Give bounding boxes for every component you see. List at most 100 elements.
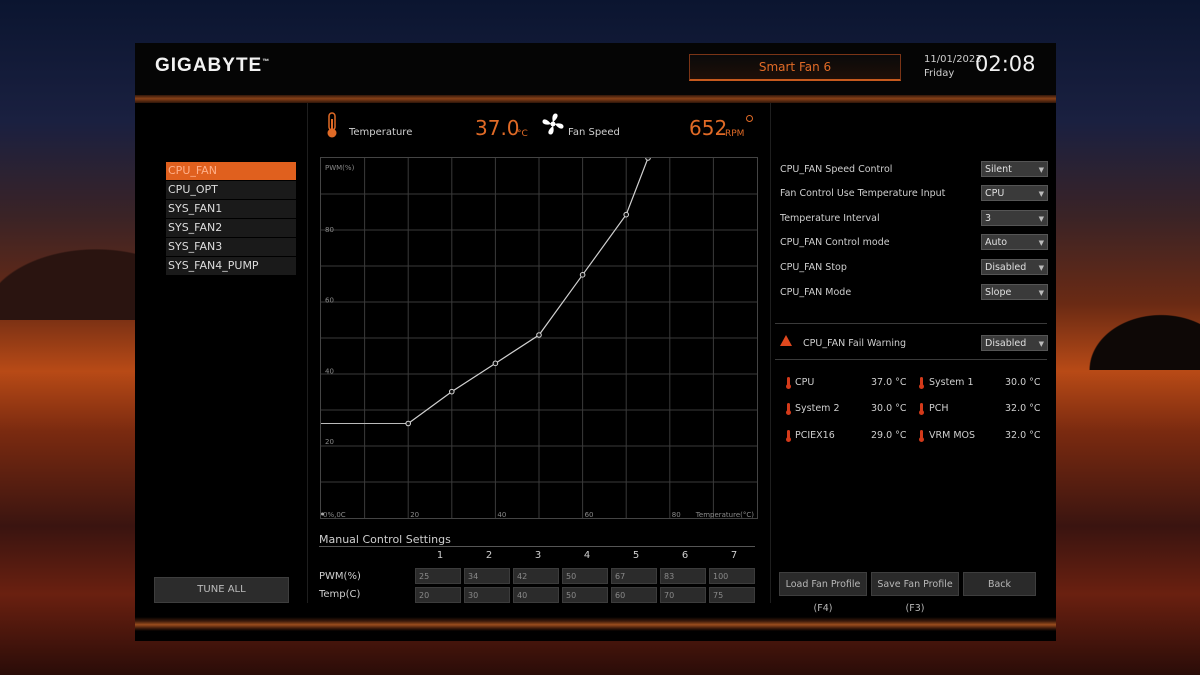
thermometer-icon <box>327 112 337 138</box>
pwm-row-label: PWM(%) <box>319 571 361 582</box>
curve-point[interactable] <box>536 332 542 338</box>
setting-label: CPU_FAN Control mode <box>780 237 890 248</box>
brand-logo: GIGABYTE™ <box>155 55 271 76</box>
fan-curve-chart[interactable]: 20 40 60 80 PWM(%) 0%,0C 20 40 60 80 Temperature(°… <box>320 157 758 519</box>
y-axis-label: PWM(%) <box>325 164 355 172</box>
setting-label: CPU_FAN Speed Control <box>780 164 893 175</box>
dropdown-value: 3 <box>985 213 992 224</box>
setting-speed-control: CPU_FAN Speed Control Silent ▼ <box>780 161 1048 179</box>
fan-icon <box>542 113 564 135</box>
curve-point[interactable] <box>449 388 455 395</box>
setting-temperature-input: Fan Control Use Temperature Input CPU ▼ <box>780 185 1048 203</box>
temperature-interval-dropdown[interactable]: 3 ▼ <box>981 210 1048 226</box>
temperature-label: Temperature <box>349 127 413 138</box>
dropdown-value: Silent <box>985 164 1012 175</box>
chevron-down-icon: ▼ <box>1038 239 1044 247</box>
divider-left <box>307 103 308 603</box>
temp-vrm-mos-value: 32.0 °C <box>1005 430 1041 441</box>
fan-item-cpu-opt[interactable]: CPU_OPT <box>166 181 296 200</box>
y-tick-label: 20 <box>325 438 334 446</box>
thermometer-icon <box>919 377 924 389</box>
dropdown-value: Disabled <box>985 262 1027 273</box>
control-mode-dropdown[interactable]: Auto ▼ <box>981 234 1048 250</box>
fan-item-label: SYS_FAN4_PUMP <box>168 259 259 272</box>
manual-settings-title: Manual Control Settings <box>319 533 451 546</box>
column-number: 2 <box>485 550 493 561</box>
thermometer-icon <box>786 377 791 389</box>
thermometer-icon <box>786 403 791 415</box>
pwm-cell[interactable]: 50 <box>562 568 608 584</box>
bottom-divider <box>135 617 1056 631</box>
x-tick-label: 20 <box>410 511 419 518</box>
column-number: 3 <box>534 550 542 561</box>
chevron-down-icon: ▼ <box>1038 289 1044 297</box>
y-tick-label: 80 <box>325 226 334 234</box>
load-profile-button[interactable]: Load Fan Profile (F4) <box>779 572 867 614</box>
pwm-cell[interactable]: 83 <box>660 568 706 584</box>
tab-smart-fan[interactable]: Smart Fan 6 <box>689 54 901 81</box>
temp-cell[interactable]: 40 <box>513 587 559 603</box>
top-divider <box>135 95 1056 103</box>
pwm-cell[interactable]: 67 <box>611 568 657 584</box>
setting-fan-stop: CPU_FAN Stop Disabled ▼ <box>780 259 1048 277</box>
setting-label: CPU_FAN Mode <box>780 287 852 298</box>
fan-item-sys-fan3[interactable]: SYS_FAN3 <box>166 238 296 257</box>
setting-fan-mode: CPU_FAN Mode Slope ▼ <box>780 284 1048 302</box>
temp-cell[interactable]: 60 <box>611 587 657 603</box>
fan-list: CPU_FAN CPU_OPT SYS_FAN1 SYS_FAN2 SYS_FA… <box>166 162 296 276</box>
temp-pch-label: PCH <box>929 403 949 414</box>
pwm-cell[interactable]: 42 <box>513 568 559 584</box>
curve-point[interactable] <box>623 211 630 218</box>
temp-cell[interactable]: 70 <box>660 587 706 603</box>
pwm-cell[interactable]: 25 <box>415 568 461 584</box>
save-profile-button[interactable]: Save Fan Profile (F3) <box>871 572 959 614</box>
y-tick-label: 40 <box>325 367 334 375</box>
setting-control-mode: CPU_FAN Control mode Auto ▼ <box>780 234 1048 252</box>
fan-item-cpu-fan[interactable]: CPU_FAN <box>166 162 296 181</box>
temp-cpu-value: 37.0 °C <box>871 377 907 388</box>
fan-curve-svg[interactable]: 20 40 60 80 PWM(%) 0%,0C 20 40 60 80 Temperature(°… <box>321 158 757 518</box>
bios-panel: GIGABYTE™ Smart Fan 6 11/01/2023 Friday … <box>135 43 1056 641</box>
pwm-cell[interactable]: 34 <box>464 568 510 584</box>
fan-item-label: SYS_FAN3 <box>168 240 223 253</box>
fan-item-label: CPU_FAN <box>168 164 217 177</box>
curve-point[interactable] <box>405 420 411 427</box>
fan-mode-dropdown[interactable]: Slope ▼ <box>981 284 1048 300</box>
fan-item-sys-fan2[interactable]: SYS_FAN2 <box>166 219 296 238</box>
dropdown-value: CPU <box>985 188 1005 199</box>
curve-point[interactable] <box>579 272 586 278</box>
temp-row-label: Temp(C) <box>319 589 361 600</box>
temp-system1-label: System 1 <box>929 377 974 388</box>
speed-control-dropdown[interactable]: Silent ▼ <box>981 161 1048 177</box>
chevron-down-icon: ▼ <box>1038 340 1044 348</box>
fail-warning-dropdown[interactable]: Disabled ▼ <box>981 335 1048 351</box>
setting-temperature-interval: Temperature Interval 3 ▼ <box>780 210 1048 228</box>
temperature-unit: °C <box>517 129 528 139</box>
curve-point[interactable] <box>492 360 499 367</box>
temperature-value: 37.0 <box>475 116 520 140</box>
tune-all-button[interactable]: TUNE ALL <box>154 577 289 603</box>
temperature-input-dropdown[interactable]: CPU ▼ <box>981 185 1048 201</box>
temp-cell[interactable]: 20 <box>415 587 461 603</box>
back-button[interactable]: Back <box>963 572 1036 596</box>
day-text: Friday <box>924 68 955 79</box>
background-island <box>1070 300 1200 370</box>
fan-speed-label: Fan Speed <box>568 127 620 138</box>
column-number: 5 <box>632 550 640 561</box>
temp-cell[interactable]: 75 <box>709 587 755 603</box>
chevron-down-icon: ▼ <box>1038 215 1044 223</box>
fan-stop-dropdown[interactable]: Disabled ▼ <box>981 259 1048 275</box>
temp-system1-value: 30.0 °C <box>1005 377 1041 388</box>
setting-label: CPU_FAN Fail Warning <box>803 338 907 349</box>
temp-system2-label: System 2 <box>795 403 840 414</box>
chevron-down-icon: ▼ <box>1038 166 1044 174</box>
temp-cell[interactable]: 50 <box>562 587 608 603</box>
curve-point[interactable] <box>645 158 651 161</box>
fan-item-sys-fan4-pump[interactable]: SYS_FAN4_PUMP <box>166 257 296 276</box>
temp-cell[interactable]: 30 <box>464 587 510 603</box>
pwm-cell[interactable]: 100 <box>709 568 755 584</box>
fan-item-sys-fan1[interactable]: SYS_FAN1 <box>166 200 296 219</box>
fan-curve-line <box>407 158 649 424</box>
setting-fail-warning: CPU_FAN Fail Warning Disabled ▼ <box>780 335 1048 353</box>
divider-right <box>770 103 771 603</box>
